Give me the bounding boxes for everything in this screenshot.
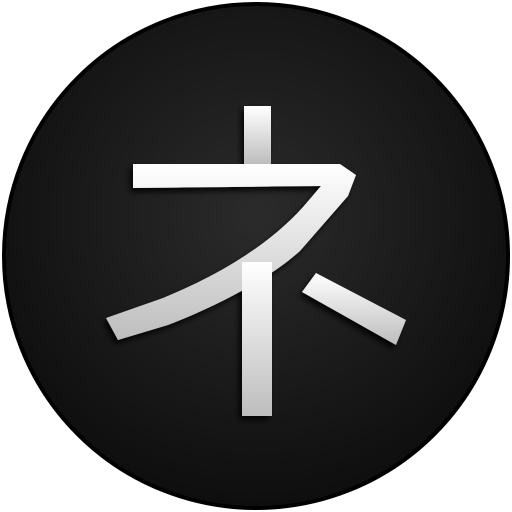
katakana-ne-icon[interactable]	[0, 0, 512, 512]
canvas: ネ	[0, 0, 512, 512]
glyph-stroke-stem	[242, 262, 272, 416]
glyph-stroke-top	[244, 106, 271, 164]
